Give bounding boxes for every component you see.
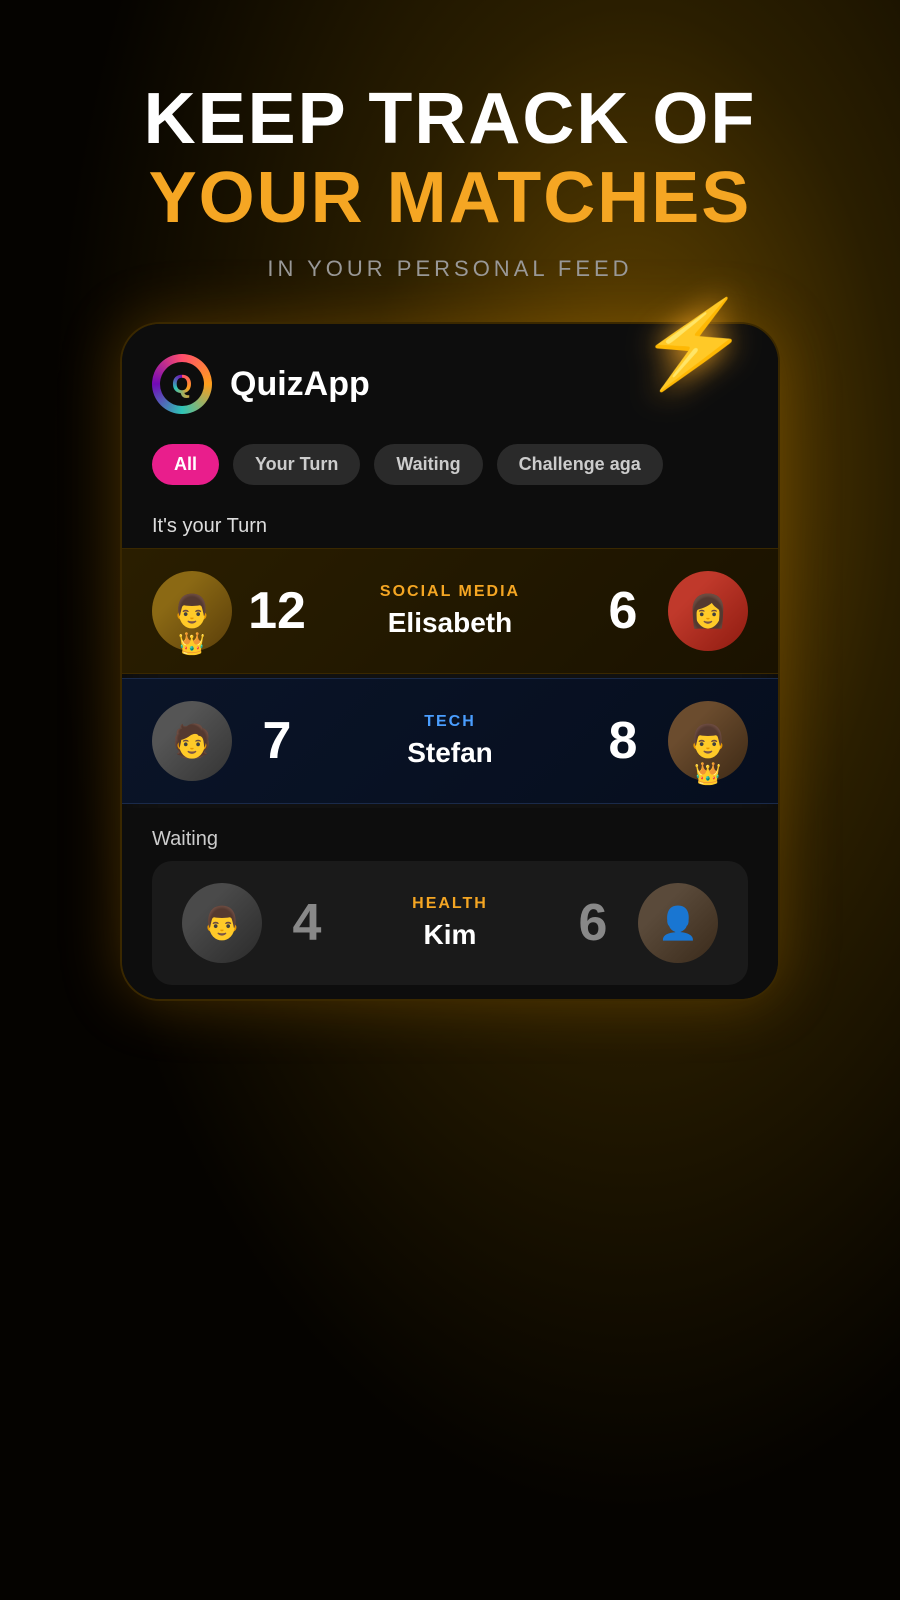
match-opponent-2: Stefan bbox=[332, 737, 568, 769]
app-logo-inner: Q bbox=[160, 362, 204, 406]
match-center-2: TECH Stefan bbox=[322, 713, 578, 769]
my-avatar-img-2: 🧑 bbox=[152, 701, 232, 781]
my-score-3: 4 bbox=[262, 893, 352, 953]
opp-avatar-img-3: 👤 bbox=[638, 883, 718, 963]
your-turn-section-label: It's your Turn bbox=[122, 500, 778, 548]
opp-score-3: 6 bbox=[548, 893, 638, 953]
my-crown-1: 👑 bbox=[178, 631, 205, 657]
phone-wrapper: ⚡ Q QuizApp All Your Turn Waiting Challe… bbox=[120, 322, 780, 1001]
app-name: QuizApp bbox=[230, 365, 370, 404]
app-logo-letter: Q bbox=[172, 369, 192, 400]
opp-avatar-2: 👨 👑 bbox=[668, 701, 748, 781]
header-section: KEEP TRACK OF YOUR MATCHES IN YOUR PERSO… bbox=[144, 0, 757, 282]
waiting-label: Waiting bbox=[152, 828, 748, 851]
match-opponent-1: Elisabeth bbox=[332, 607, 568, 639]
phone-frame: Q QuizApp All Your Turn Waiting Challeng… bbox=[120, 322, 780, 1001]
app-logo: Q bbox=[152, 354, 212, 414]
my-avatar-1: 👨 👑 bbox=[152, 571, 232, 651]
title-line2: YOUR MATCHES bbox=[144, 159, 757, 238]
lightning-icon: ⚡ bbox=[634, 288, 755, 402]
match-category-3: HEALTH bbox=[362, 895, 538, 913]
match-card-2[interactable]: 🧑 7 TECH Stefan 8 👨 👑 bbox=[122, 678, 778, 804]
match-card-3[interactable]: 👨 4 HEALTH Kim 6 👤 bbox=[152, 861, 748, 985]
my-score-1: 12 bbox=[232, 581, 322, 641]
match-category-2: TECH bbox=[332, 713, 568, 731]
my-avatar-3: 👨 bbox=[182, 883, 262, 963]
main-content: KEEP TRACK OF YOUR MATCHES IN YOUR PERSO… bbox=[0, 0, 900, 1600]
my-score-2: 7 bbox=[232, 711, 322, 771]
opp-crown-2: 👑 bbox=[694, 761, 721, 787]
opp-score-2: 8 bbox=[578, 711, 668, 771]
match-category-1: SOCIAL MEDIA bbox=[332, 583, 568, 601]
my-avatar-img-3: 👨 bbox=[182, 883, 262, 963]
match-center-3: HEALTH Kim bbox=[352, 895, 548, 951]
tab-all[interactable]: All bbox=[152, 444, 219, 485]
tab-your-turn[interactable]: Your Turn bbox=[233, 444, 360, 485]
waiting-section: Waiting 👨 4 HEALTH Kim 6 👤 bbox=[122, 808, 778, 999]
opp-score-1: 6 bbox=[578, 581, 668, 641]
tab-challenge[interactable]: Challenge aga bbox=[497, 444, 663, 485]
subtitle: IN YOUR PERSONAL FEED bbox=[144, 256, 757, 282]
opp-avatar-3: 👤 bbox=[638, 883, 718, 963]
my-avatar-2: 🧑 bbox=[152, 701, 232, 781]
match-card-1[interactable]: 👨 👑 12 SOCIAL MEDIA Elisabeth 6 👩 bbox=[122, 548, 778, 674]
match-center-1: SOCIAL MEDIA Elisabeth bbox=[322, 583, 578, 639]
opp-avatar-1: 👩 bbox=[668, 571, 748, 651]
tab-waiting[interactable]: Waiting bbox=[374, 444, 482, 485]
filter-tabs: All Your Turn Waiting Challenge aga bbox=[122, 434, 778, 500]
match-opponent-3: Kim bbox=[362, 919, 538, 951]
opp-avatar-img-1: 👩 bbox=[668, 571, 748, 651]
title-line1: KEEP TRACK OF bbox=[144, 80, 757, 159]
